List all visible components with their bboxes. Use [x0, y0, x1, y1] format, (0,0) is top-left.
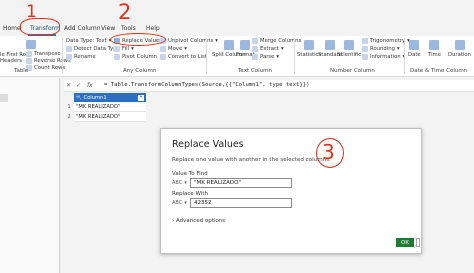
- group-label-any-column: Any Column: [123, 68, 157, 74]
- duration-button[interactable]: Duration: [448, 40, 471, 58]
- tab-help[interactable]: Help: [146, 25, 160, 32]
- annotation-number-2: 2: [118, 0, 132, 24]
- tab-bar: Home Transform Add Column View Tools Hel…: [0, 0, 474, 36]
- fx-icon: fx: [87, 82, 93, 89]
- fill-button[interactable]: Fill ▾: [114, 46, 134, 52]
- tab-tools[interactable]: Tools: [121, 25, 136, 32]
- data-type-dropdown[interactable]: Data Type: Text ▾: [66, 38, 111, 44]
- query-item-selected[interactable]: [0, 94, 8, 102]
- time-button[interactable]: Time: [428, 40, 441, 58]
- value-to-find-label: Value To Find: [172, 171, 208, 177]
- tab-add-column[interactable]: Add Column: [64, 25, 101, 32]
- advanced-options-toggle[interactable]: › Advanced options: [172, 218, 225, 224]
- dialog-title: Replace Values: [172, 139, 244, 150]
- confirm-formula-icon[interactable]: ✓: [76, 82, 81, 89]
- ribbon-separator: [62, 38, 63, 74]
- column-header[interactable]: ᴬᴮ꜀ Column1 ▾: [74, 93, 146, 102]
- find-type-selector[interactable]: ABC ▾: [172, 178, 187, 188]
- reverse-rows-button[interactable]: Reverse Rows: [26, 58, 71, 64]
- replace-with-input[interactable]: 42352: [190, 198, 292, 208]
- information-button[interactable]: Information▾: [362, 54, 405, 60]
- queries-pane: [0, 78, 60, 273]
- trigonometry-button[interactable]: Trigonometry▾: [362, 38, 410, 44]
- ribbon-separator: [206, 38, 207, 74]
- group-by-icon[interactable]: [26, 40, 36, 49]
- close-formula-icon[interactable]: ✕: [66, 82, 71, 89]
- move-button[interactable]: Move ▾: [160, 46, 187, 52]
- column-filter-icon[interactable]: ▾: [138, 94, 144, 101]
- scientific-button[interactable]: Scientific: [337, 40, 361, 58]
- group-label-date-time-column: Date & Time Column: [410, 68, 468, 74]
- group-label-number-column: Number Column: [330, 68, 375, 74]
- annotation-number-3: 3: [322, 140, 335, 164]
- formula-text[interactable]: = Table.TransformColumnTypes(Source,{{"C…: [104, 82, 309, 88]
- convert-to-list-button[interactable]: Convert to List: [160, 54, 207, 60]
- rename-button[interactable]: Rename: [66, 54, 96, 60]
- transpose-button[interactable]: Transpose: [26, 51, 61, 57]
- ok-button[interactable]: OK: [396, 238, 414, 247]
- headers-label: Headers: [0, 58, 23, 64]
- chevron-right-icon: ›: [172, 218, 175, 224]
- detect-data-type-button[interactable]: Detect Data Type: [66, 46, 120, 52]
- dialog-description: Replace one value with another in the se…: [172, 157, 331, 163]
- count-rows-button[interactable]: Count Rows: [26, 65, 65, 71]
- date-button[interactable]: Date: [408, 40, 421, 58]
- group-label-table: Table: [14, 68, 29, 74]
- cancel-button[interactable]: [416, 238, 420, 247]
- table-row[interactable]: 1 "MK REALIZADO": [64, 102, 146, 112]
- tab-home[interactable]: Home: [3, 25, 21, 32]
- extract-button[interactable]: Extract ▾: [252, 46, 284, 52]
- table-row[interactable]: 2 "MK REALIZADO": [64, 112, 146, 122]
- pivot-column-button[interactable]: Pivot Column: [114, 54, 157, 60]
- ribbon-separator: [294, 38, 295, 74]
- text-type-icon[interactable]: ᴬᴮ꜀: [76, 95, 81, 101]
- annotation-circle-replace-values: [110, 33, 166, 46]
- value-to-find-input[interactable]: "MK REALIZADO": [190, 178, 292, 188]
- parse-button[interactable]: Parse ▾: [252, 54, 279, 60]
- tab-view[interactable]: View: [101, 25, 115, 32]
- replace-with-label: Replace With: [172, 191, 208, 197]
- ribbon-separator: [404, 38, 405, 74]
- group-label-text-column: Text Column: [238, 68, 272, 74]
- unpivot-columns-button[interactable]: Unpivot Columns ▾: [160, 38, 218, 44]
- replace-type-selector[interactable]: ABC ▾: [172, 198, 187, 208]
- rounding-button[interactable]: Rounding ▾: [362, 46, 400, 52]
- annotation-number-1: 1: [26, 2, 37, 22]
